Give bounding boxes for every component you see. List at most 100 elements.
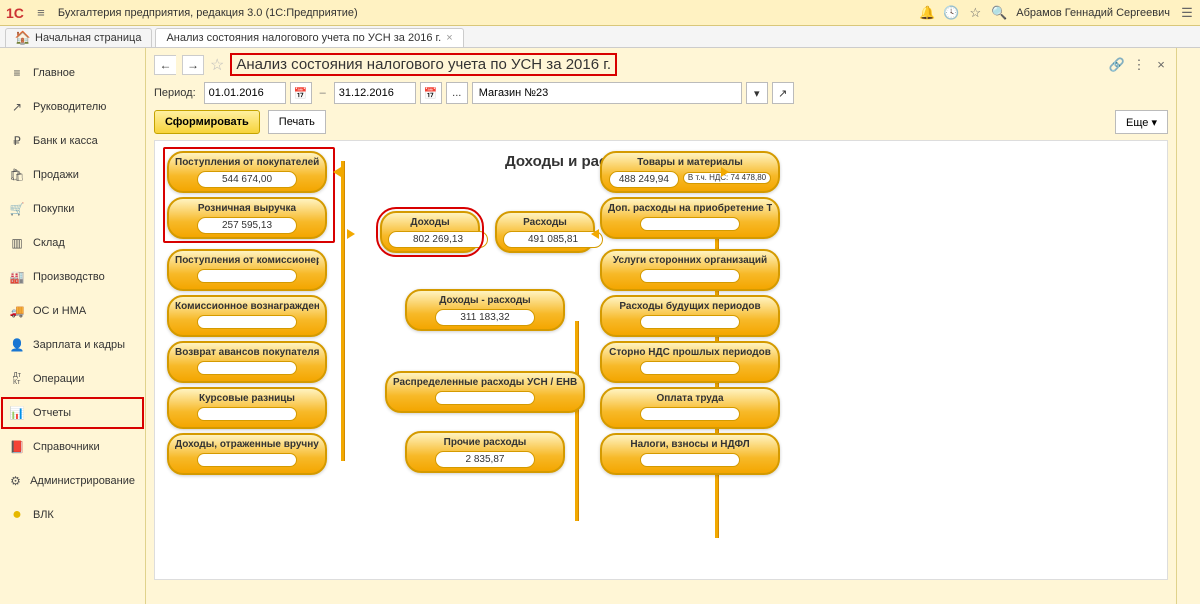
sidebar-item-manager[interactable]: ↗Руководителю <box>0 90 145 124</box>
node-value: 802 269,13 <box>388 231 488 248</box>
sidebar-item-label: Операции <box>33 373 84 385</box>
calendar-icon[interactable]: 📅 <box>290 82 312 104</box>
node-value: 544 674,00 <box>197 171 297 188</box>
sidebar-item-operations[interactable]: Дт Кт Операции <box>0 362 145 396</box>
dtkt-icon: Дт Кт <box>10 372 24 386</box>
node-income-minus-exp[interactable]: Доходы - расходы 311 183,32 <box>405 289 565 331</box>
org-open-button[interactable]: ↗ <box>772 82 794 104</box>
node-title: Доходы, отраженные вручную <box>175 439 319 450</box>
node-title: Возврат авансов покупателям <box>175 347 319 358</box>
node-value <box>640 315 740 329</box>
node-title: Поступления от покупателей <box>175 157 319 168</box>
node-currency-diff[interactable]: Курсовые разницы <box>167 387 327 429</box>
node-value <box>640 217 740 231</box>
date-to-input[interactable] <box>334 82 416 104</box>
search-icon[interactable]: 🔍 <box>992 6 1006 20</box>
forward-button[interactable]: → <box>182 55 204 75</box>
date-from-input[interactable] <box>204 82 286 104</box>
sidebar-item-label: Справочники <box>33 441 100 453</box>
sidebar-item-label: Руководителю <box>33 101 106 113</box>
factory-icon: 🏭 <box>10 270 24 284</box>
node-title: Прочие расходы <box>413 437 557 448</box>
sidebar-item-label: Покупки <box>33 203 74 215</box>
node-income[interactable]: Доходы802 269,13 <box>380 211 480 253</box>
star-icon[interactable]: ☆ <box>968 6 982 20</box>
node-advance-return[interactable]: Возврат авансов покупателям <box>167 341 327 383</box>
arrow-icon <box>347 229 355 239</box>
tabs-row: 🏠 Начальная страница Анализ состояния на… <box>0 26 1200 48</box>
sidebar-item-label: Главное <box>33 67 75 79</box>
node-title: Поступления от комиссионеров <box>175 255 319 266</box>
sidebar-item-sales[interactable]: 🛍Продажи <box>0 158 145 192</box>
sidebar-item-admin[interactable]: ⚙Администрирование <box>0 464 145 498</box>
dropdown-icon[interactable]: ☰ <box>1180 6 1194 20</box>
node-commission-fee[interactable]: Комиссионное вознаграждение <box>167 295 327 337</box>
menu-icon[interactable]: ≡ <box>34 6 48 20</box>
sidebar-item-reports[interactable]: 📊Отчеты <box>0 396 145 430</box>
gear-icon: ⚙ <box>10 474 21 488</box>
sidebar-item-production[interactable]: 🏭 Производство <box>0 260 145 294</box>
user-name[interactable]: Абрамов Геннадий Сергеевич <box>1016 7 1170 19</box>
sidebar-item-main[interactable]: ≡ Главное <box>0 56 145 90</box>
node-retail-rev[interactable]: Розничная выручка257 595,13 <box>167 197 327 239</box>
person-icon: 👤 <box>10 338 24 352</box>
more-button[interactable]: Еще ▾ <box>1115 110 1168 134</box>
node-taxes[interactable]: Налоги, взносы и НДФЛ <box>600 433 780 475</box>
sidebar-item-vlk[interactable]: ●ВЛК <box>0 498 145 532</box>
close-panel-icon[interactable]: × <box>1154 58 1168 72</box>
node-commissioners[interactable]: Поступления от комиссионеров <box>167 249 327 291</box>
close-icon[interactable]: × <box>446 32 452 44</box>
book-icon: 📕 <box>10 440 24 454</box>
node-value: 491 085,81 <box>503 231 603 248</box>
tab-current[interactable]: Анализ состояния налогового учета по УСН… <box>155 28 463 47</box>
sidebar-item-warehouse[interactable]: ▥Склад <box>0 226 145 260</box>
calendar-icon[interactable]: 📅 <box>420 82 442 104</box>
sidebar-item-label: Производство <box>33 271 105 283</box>
node-title: Комиссионное вознаграждение <box>175 301 319 312</box>
sidebar: ≡ Главное ↗Руководителю ₽Банк и касса 🛍Пр… <box>0 48 146 604</box>
bell-icon[interactable]: 🔔 <box>920 6 934 20</box>
node-title: Расходы <box>503 217 587 228</box>
org-dropdown-icon[interactable]: ▾ <box>746 82 768 104</box>
node-expenses[interactable]: Расходы491 085,81 <box>495 211 595 253</box>
node-goods[interactable]: Товары и материалы488 249,94В т.ч. НДС: … <box>600 151 780 193</box>
cart-icon: 🛒 <box>10 202 24 216</box>
node-value <box>640 361 740 375</box>
period-ellipsis-button[interactable]: ... <box>446 82 468 104</box>
node-value: 257 595,13 <box>197 217 297 234</box>
sidebar-item-os-nma[interactable]: 🚚ОС и НМА <box>0 294 145 328</box>
sidebar-item-hr[interactable]: 👤Зарплата и кадры <box>0 328 145 362</box>
tab-home[interactable]: 🏠 Начальная страница <box>5 28 152 47</box>
node-distributed-exp[interactable]: Распределенные расходы УСН / ЕНВД <box>385 371 585 413</box>
sidebar-item-catalogs[interactable]: 📕 Справочники <box>0 430 145 464</box>
node-value: 311 183,32 <box>435 309 535 326</box>
link-icon[interactable]: 🔗 <box>1110 58 1124 72</box>
grid-icon: ▥ <box>10 236 24 250</box>
menu-icon: ≡ <box>10 66 24 80</box>
node-future-exp[interactable]: Расходы будущих периодов <box>600 295 780 337</box>
node-value <box>640 407 740 421</box>
node-services[interactable]: Услуги сторонних организаций <box>600 249 780 291</box>
sidebar-item-bank[interactable]: ₽Банк и касса <box>0 124 145 158</box>
sidebar-item-label: Банк и касса <box>33 135 98 147</box>
node-wages[interactable]: Оплата труда <box>600 387 780 429</box>
kebab-icon[interactable]: ⋮ <box>1132 58 1146 72</box>
node-add-exp-tmc[interactable]: Доп. расходы на приобретение ТМЦ <box>600 197 780 239</box>
node-income-buyers[interactable]: Поступления от покупателей 544 674,00 <box>167 151 327 193</box>
node-title: Распределенные расходы УСН / ЕНВД <box>393 377 577 388</box>
node-title: Услуги сторонних организаций <box>608 255 772 266</box>
print-button[interactable]: Печать <box>268 110 326 134</box>
history-icon[interactable]: 🕓 <box>944 6 958 20</box>
form-button[interactable]: Сформировать <box>154 110 260 134</box>
sidebar-item-purchases[interactable]: 🛒 Покупки <box>0 192 145 226</box>
node-value <box>197 315 297 329</box>
back-button[interactable]: ← <box>154 55 176 75</box>
node-title: Налоги, взносы и НДФЛ <box>608 439 772 450</box>
favorite-icon[interactable]: ☆ <box>210 55 224 75</box>
node-storno-nds[interactable]: Сторно НДС прошлых периодов <box>600 341 780 383</box>
period-toolbar: Период: 📅 – 📅 ... ▾ ↗ <box>154 82 1168 104</box>
node-title: Доходы - расходы <box>413 295 557 306</box>
node-manual-income[interactable]: Доходы, отраженные вручную <box>167 433 327 475</box>
node-other-exp[interactable]: Прочие расходы2 835,87 <box>405 431 565 473</box>
org-input[interactable] <box>472 82 742 104</box>
